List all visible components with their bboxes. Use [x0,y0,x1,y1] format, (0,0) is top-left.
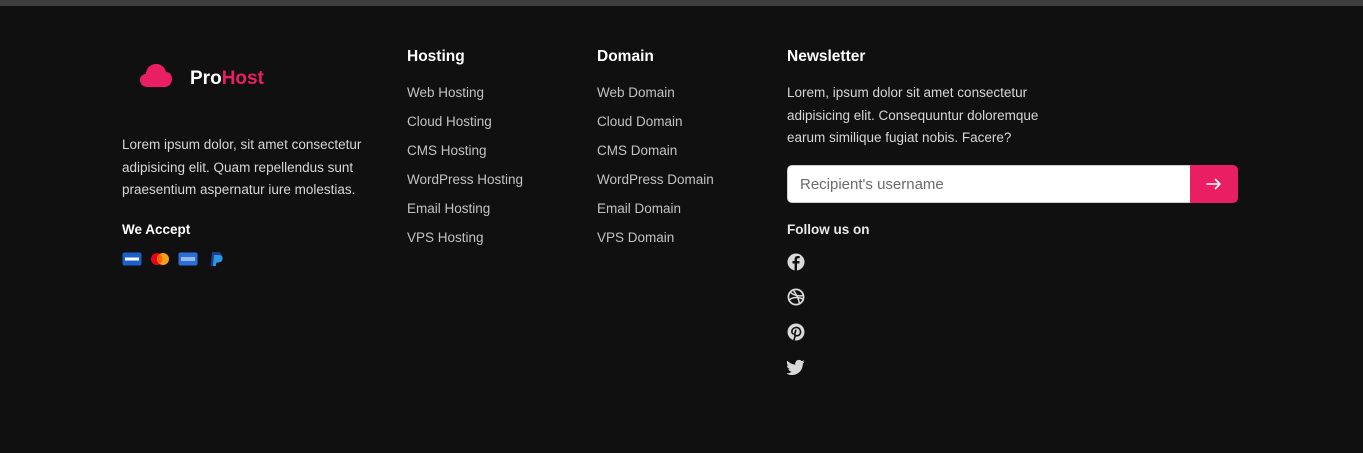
pinterest-link[interactable] [787,323,805,341]
domain-links: Web Domain Cloud Domain CMS Domain WordP… [597,83,714,257]
pinterest-icon [787,323,805,341]
twitter-link[interactable] [787,358,805,376]
dribbble-link[interactable] [787,288,805,306]
hosting-links: Web Hosting Cloud Hosting CMS Hosting Wo… [407,83,523,257]
logo-text-host: Host [221,68,264,89]
domain-link-web-domain[interactable]: Web Domain [597,83,714,112]
hosting-link-vps-hosting[interactable]: VPS Hosting [407,228,523,257]
site-footer: ProHost Lorem ipsum dolor, sit amet cons… [0,6,1363,453]
logo-text: ProHost [190,68,264,90]
mastercard-icon [151,253,169,265]
brand-description: Lorem ipsum dolor, sit amet consectetur … [122,137,362,197]
twitter-icon [787,359,805,375]
follow-us-title: Follow us on [787,222,870,237]
facebook-icon [787,253,805,271]
domain-link-cloud-domain[interactable]: Cloud Domain [597,112,714,141]
newsletter-description: Lorem, ipsum dolor sit amet consectetur … [787,85,1039,145]
domain-title: Domain [597,48,654,65]
subscribe-button[interactable] [1190,165,1238,203]
domain-link-wordpress-domain[interactable]: WordPress Domain [597,170,714,199]
hosting-link-web-hosting[interactable]: Web Hosting [407,83,523,112]
newsletter-title: Newsletter [787,48,866,65]
visa-icon [122,252,142,266]
logo-text-pro: Pro [190,68,222,89]
amex-icon [178,252,198,266]
facebook-link[interactable] [787,253,805,271]
hosting-link-cms-hosting[interactable]: CMS Hosting [407,141,523,170]
domain-link-vps-domain[interactable]: VPS Domain [597,228,714,257]
dribbble-icon [787,288,805,306]
logo[interactable]: ProHost [139,62,264,90]
recipient-username-input[interactable] [787,165,1190,203]
domain-link-cms-domain[interactable]: CMS Domain [597,141,714,170]
hosting-link-email-hosting[interactable]: Email Hosting [407,199,523,228]
payment-icons [122,251,226,267]
we-accept-title: We Accept [122,222,191,237]
hosting-link-cloud-hosting[interactable]: Cloud Hosting [407,112,523,141]
hosting-title: Hosting [407,48,465,65]
hosting-link-wordpress-hosting[interactable]: WordPress Hosting [407,170,523,199]
arrow-right-icon [1206,178,1221,190]
cloud-icon [140,64,172,87]
paypal-icon [210,252,223,266]
subscribe-form [787,165,1238,203]
domain-link-email-domain[interactable]: Email Domain [597,199,714,228]
